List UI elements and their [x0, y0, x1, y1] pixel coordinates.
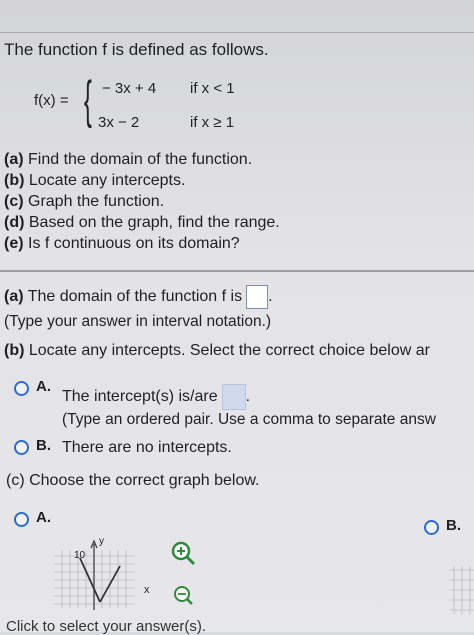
option-b-radio[interactable] [14, 440, 29, 455]
piecewise-brace: { [84, 71, 92, 129]
option-a-note: (Type an ordered pair. Use a comma to se… [62, 411, 436, 428]
graph-b-radio[interactable] [424, 520, 439, 535]
part-e: (e) Is f continuous on its domain? [4, 235, 240, 252]
zoom-in-icon[interactable] [170, 540, 196, 566]
case-2-cond: if x ≥ 1 [190, 114, 235, 131]
case-2-expr: 3x − 2 [98, 114, 140, 131]
answer-b-prompt: (b) Locate any intercepts. Select the co… [4, 342, 430, 359]
option-b-text: There are no intercepts. [62, 439, 232, 456]
option-a-text: The intercept(s) is/are. [62, 384, 250, 410]
domain-answer-box[interactable] [246, 285, 269, 309]
answer-c-prompt: (c) Choose the correct graph below. [6, 472, 260, 489]
case-1-cond: if x < 1 [190, 80, 235, 97]
part-a: (a) Find the domain of the function. [4, 151, 253, 168]
graph-b-label[interactable]: B. [446, 517, 461, 534]
top-divider [0, 32, 474, 33]
graph-a-y-label: y [99, 536, 104, 547]
problem-title: The function f is defined as follows. [4, 40, 269, 59]
part-c: (c) Graph the function. [4, 193, 165, 210]
intercept-answer-box[interactable] [221, 384, 246, 410]
zoom-out-icon[interactable] [172, 584, 194, 606]
option-b-label[interactable]: B. [36, 437, 51, 454]
answer-a-note: (Type your answer in interval notation.) [4, 313, 272, 330]
answer-a-prompt: (a) The domain of the function f is. [4, 285, 273, 309]
case-1-expr: − 3x + 4 [102, 80, 157, 97]
graph-a-radio[interactable] [14, 512, 29, 527]
page: The function f is defined as follows. f(… [0, 0, 474, 635]
footer-instruction: Click to select your answer(s). [6, 618, 207, 635]
option-a-radio[interactable] [14, 381, 29, 396]
function-label: f(x) = [34, 92, 69, 109]
graph-a-thumbnail[interactable] [50, 536, 170, 612]
section-divider [0, 270, 474, 272]
part-d: (d) Based on the graph, find the range. [4, 214, 280, 231]
part-b: (b) Locate any intercepts. [4, 172, 186, 189]
graph-b-thumbnail[interactable] [448, 566, 474, 614]
option-a-label[interactable]: A. [36, 378, 51, 395]
question-parts: (a) Find the domain of the function. (b)… [4, 149, 280, 254]
graph-a-x-label: x [144, 584, 150, 596]
graph-a-label[interactable]: A. [36, 509, 51, 526]
graph-a-tick: 10 [74, 550, 86, 561]
